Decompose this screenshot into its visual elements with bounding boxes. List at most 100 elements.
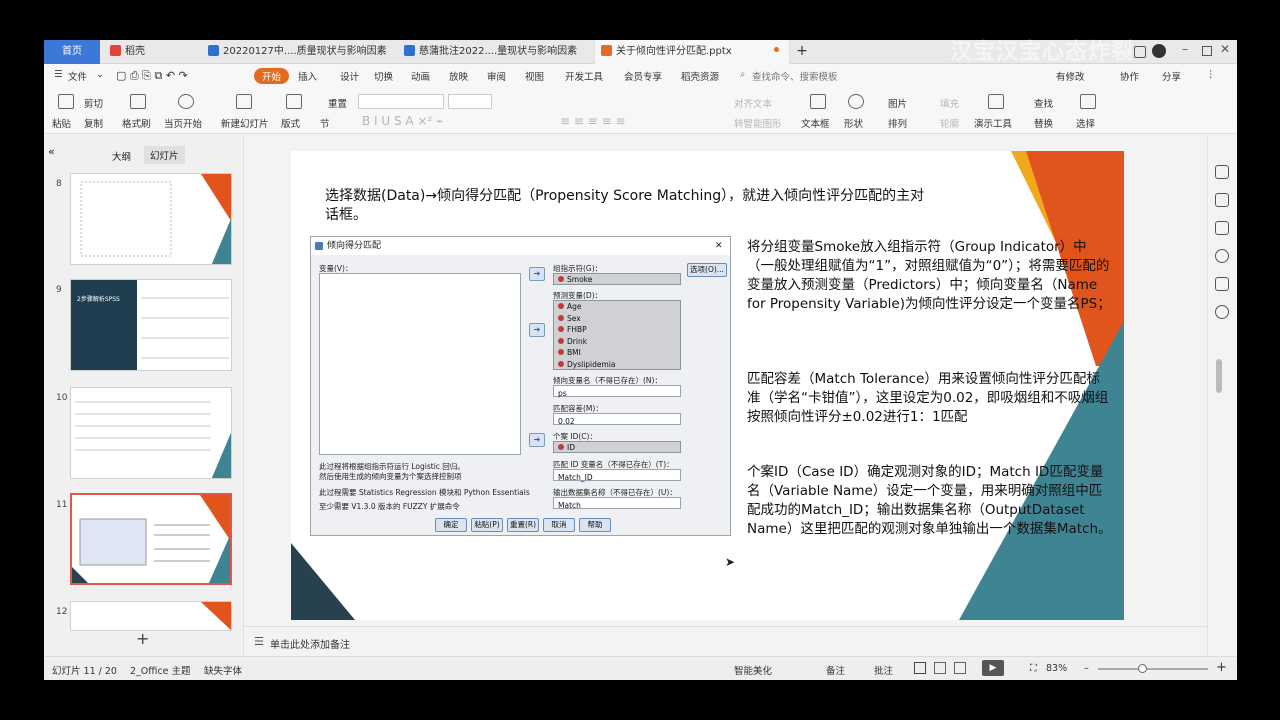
- menu-member[interactable]: 会员专享: [624, 69, 662, 83]
- paste-icon[interactable]: [58, 94, 74, 109]
- font-family-select[interactable]: [358, 94, 444, 109]
- menu-start[interactable]: 开始: [254, 68, 290, 84]
- tab-outline[interactable]: 大纲: [112, 149, 131, 163]
- select-button[interactable]: 选择: [1076, 116, 1095, 130]
- to-smartart-button[interactable]: 转智能图形: [734, 116, 782, 130]
- move-to-predictors-arrow-icon[interactable]: ➜: [529, 323, 545, 337]
- properties-icon[interactable]: [1215, 165, 1229, 179]
- slide-thumbnail-12[interactable]: [70, 601, 232, 631]
- paragraph-case-id[interactable]: 个案ID（Case ID）确定观测对象的ID；Match ID匹配变量名（Var…: [747, 463, 1112, 539]
- match-id-input[interactable]: Match_ID: [553, 469, 681, 482]
- dialog-close-icon[interactable]: ✕: [715, 237, 723, 255]
- format-painter-button[interactable]: 格式刷: [122, 116, 151, 130]
- slide-thumbnail-9[interactable]: 2步骤解析SPSS: [70, 279, 232, 371]
- reset-dialog-button[interactable]: 重置(R): [507, 518, 539, 532]
- smart-beautify-button[interactable]: 智能美化: [734, 663, 772, 677]
- missing-font-button[interactable]: 缺失字体: [204, 663, 242, 677]
- presenter-tools-button[interactable]: 演示工具: [974, 116, 1012, 130]
- location-icon[interactable]: [1215, 305, 1229, 319]
- paragraph-match-tolerance[interactable]: 匹配容差（Match Tolerance）用来设置倾向性评分匹配标准（学名“卡钳…: [747, 370, 1112, 427]
- tab-home[interactable]: 首页: [44, 40, 100, 64]
- move-to-caseid-arrow-icon[interactable]: ➜: [529, 433, 545, 447]
- new-slide-button[interactable]: 新建幻灯片: [221, 116, 269, 130]
- predictor-item[interactable]: Age: [554, 301, 680, 313]
- normal-view-icon[interactable]: [914, 662, 926, 674]
- notes-placeholder[interactable]: 单击此处添加备注: [270, 636, 350, 651]
- ok-button[interactable]: 确定: [435, 518, 467, 532]
- select-icon[interactable]: [1080, 94, 1096, 109]
- fit-window-icon[interactable]: ⛶: [1030, 663, 1037, 674]
- notes-pane[interactable]: ☰ 单击此处添加备注: [244, 626, 1207, 656]
- notes-toggle-button[interactable]: 备注: [826, 663, 845, 677]
- menu-view[interactable]: 视图: [525, 69, 544, 83]
- cut-button[interactable]: 剪切: [84, 96, 103, 110]
- slide-title-text[interactable]: 选择数据(Data)→倾向得分匹配（Propensity Score Match…: [325, 187, 925, 225]
- window-layout-icon[interactable]: [1134, 46, 1146, 58]
- menu-review[interactable]: 审阅: [487, 69, 506, 83]
- tab-presentation[interactable]: 关于倾向性评分匹配.pptx: [594, 40, 790, 64]
- menu-developer-tools[interactable]: 开发工具: [565, 69, 603, 83]
- command-search-input[interactable]: 查找命令、搜索模板: [752, 69, 838, 83]
- menu-slideshow[interactable]: 放映: [449, 69, 468, 83]
- zoom-slider-thumb[interactable]: [1138, 664, 1147, 673]
- help-button[interactable]: 帮助: [579, 518, 611, 532]
- play-icon[interactable]: [178, 94, 194, 109]
- layout-button[interactable]: 版式: [281, 116, 300, 130]
- section-button[interactable]: 节: [320, 116, 330, 130]
- copy-button[interactable]: 复制: [84, 116, 103, 130]
- predictors-listbox[interactable]: Age Sex FHBP Drink BMI Dyslipidemia: [553, 300, 681, 370]
- add-slide-button[interactable]: +: [136, 629, 149, 648]
- text-format-icons[interactable]: B I U S A ×² ⌁: [362, 114, 443, 128]
- collapse-panel-icon[interactable]: «: [48, 145, 55, 158]
- predictor-item[interactable]: Drink: [554, 336, 680, 348]
- output-dataset-input[interactable]: Match: [553, 497, 681, 510]
- more-icon[interactable]: ⋮: [1206, 69, 1216, 80]
- from-current-button[interactable]: 当页开始: [164, 116, 202, 130]
- match-tolerance-input[interactable]: 0.02: [553, 413, 681, 426]
- help-icon[interactable]: [1215, 249, 1229, 263]
- replace-button[interactable]: 替换: [1034, 116, 1053, 130]
- font-size-select[interactable]: [448, 94, 492, 109]
- image-tool-icon[interactable]: [1215, 277, 1229, 291]
- outline-button[interactable]: 轮廓: [940, 116, 959, 130]
- presenter-tools-icon[interactable]: [988, 94, 1004, 109]
- star-icon[interactable]: [1215, 193, 1229, 207]
- menu-file[interactable]: 文件: [68, 69, 87, 83]
- new-slide-icon[interactable]: [236, 94, 252, 109]
- new-tab-button[interactable]: +: [792, 40, 812, 64]
- slide-canvas[interactable]: 选择数据(Data)→倾向得分匹配（Propensity Score Match…: [291, 151, 1124, 620]
- tab-slides[interactable]: 幻灯片: [144, 146, 185, 164]
- slide-thumbnail-11[interactable]: [70, 493, 232, 585]
- cancel-button[interactable]: 取消: [543, 518, 575, 532]
- zoom-out-button[interactable]: –: [1084, 663, 1089, 674]
- avatar[interactable]: [1152, 44, 1166, 58]
- find-button[interactable]: 查找: [1034, 96, 1053, 110]
- paragraph-format-icons[interactable]: ≡ ≡ ≡ ≡ ≡: [560, 114, 626, 128]
- arrange-button[interactable]: 排列: [888, 116, 907, 130]
- paste-button[interactable]: 粘贴: [52, 116, 71, 130]
- options-button[interactable]: 选项(O)...: [687, 263, 727, 277]
- predictor-item[interactable]: FHBP: [554, 324, 680, 336]
- paragraph-group-indicator[interactable]: 将分组变量Smoke放入组指示符（Group Indicator）中（一般处理组…: [747, 238, 1112, 314]
- modified-button[interactable]: 有修改: [1056, 69, 1085, 83]
- align-text-button[interactable]: 对齐文本: [734, 96, 772, 110]
- fill-button[interactable]: 填充: [940, 96, 959, 110]
- close-window-icon[interactable]: ✕: [1220, 42, 1230, 56]
- minimize-icon[interactable]: –: [1182, 42, 1188, 56]
- slide-sorter-icon[interactable]: [934, 662, 946, 674]
- copy-format-icon[interactable]: [1215, 221, 1229, 235]
- predictor-item[interactable]: Dyslipidemia: [554, 359, 680, 371]
- shape-icon[interactable]: [848, 94, 864, 109]
- move-to-group-arrow-icon[interactable]: ➜: [529, 267, 545, 281]
- menu-insert[interactable]: 插入: [298, 69, 317, 83]
- group-indicator-field[interactable]: Smoke: [553, 273, 681, 285]
- slide-thumbnail-10[interactable]: [70, 387, 232, 479]
- variables-listbox[interactable]: [319, 273, 521, 455]
- menu-animation[interactable]: 动画: [411, 69, 430, 83]
- hamburger-icon[interactable]: ☰: [54, 69, 63, 80]
- reset-button[interactable]: 重置: [328, 96, 347, 110]
- quick-access-icons[interactable]: ▢ ⎙ ⎘ ⧉ ↶ ↷: [116, 69, 188, 83]
- maximize-icon[interactable]: [1202, 46, 1212, 56]
- zoom-slider-track[interactable]: [1098, 668, 1208, 670]
- menu-transition[interactable]: 切换: [374, 69, 393, 83]
